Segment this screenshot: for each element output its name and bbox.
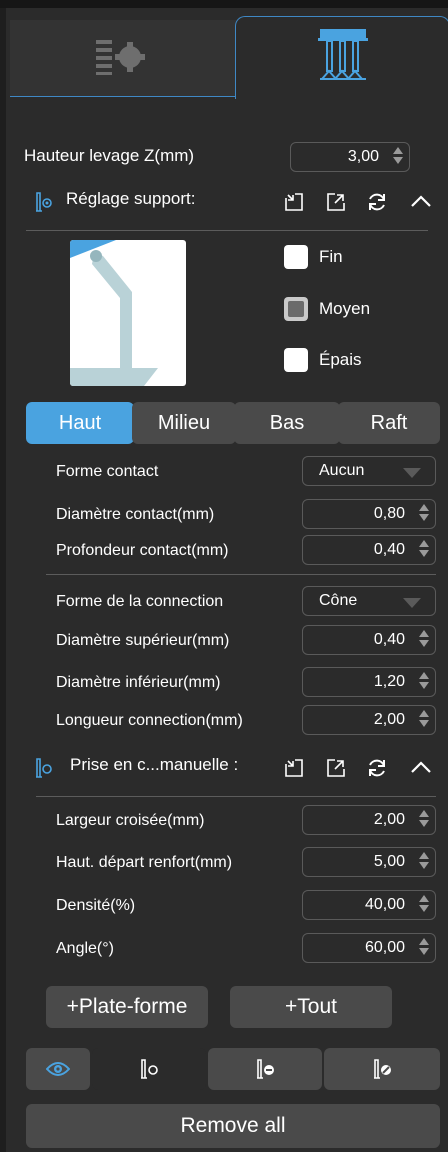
reinforce-height-value: 5,00	[373, 853, 405, 870]
top-diameter-stepper[interactable]	[419, 630, 429, 650]
option-moyen-checkbox[interactable]	[284, 297, 308, 321]
option-epais-label: Épais	[319, 350, 362, 369]
density-input[interactable]: 40,00	[302, 890, 436, 920]
import-icon[interactable]	[283, 757, 305, 779]
support-edit-icon	[372, 1058, 394, 1080]
settings-list-icon	[96, 38, 148, 76]
bottom-diameter-label: Diamètre inférieur(mm)	[56, 674, 221, 691]
bottom-diameter-value: 1,20	[373, 673, 405, 690]
density-stepper[interactable]	[419, 895, 429, 915]
reinforce-height-label: Haut. départ renfort(mm)	[56, 854, 233, 871]
support-settings-icon	[34, 191, 54, 213]
reset-icon[interactable]	[366, 191, 388, 213]
tab-milieu[interactable]: Milieu	[132, 402, 236, 444]
contact-shape-select[interactable]: Aucun	[302, 456, 436, 486]
remove-all-button[interactable]: Remove all	[26, 1104, 440, 1148]
cross-width-label: Largeur croisée(mm)	[56, 812, 205, 829]
contact-shape-label: Forme contact	[56, 463, 159, 480]
option-moyen-label: Moyen	[319, 299, 371, 318]
contact-diameter-input[interactable]: 0,80	[302, 499, 436, 529]
support-preview-image	[70, 240, 186, 386]
import-icon[interactable]	[283, 191, 305, 213]
reinforce-height-stepper[interactable]	[419, 852, 429, 872]
add-all-button[interactable]: +Tout	[230, 986, 392, 1028]
support-settings-title: Réglage support:	[66, 189, 196, 208]
reset-icon[interactable]	[366, 757, 388, 779]
tab-settings[interactable]	[10, 20, 236, 97]
visibility-toggle-button[interactable]	[26, 1048, 90, 1090]
top-diameter-label: Diamètre supérieur(mm)	[56, 632, 230, 649]
contact-diameter-value: 0,80	[373, 505, 405, 522]
add-platform-button[interactable]: +Plate-forme	[46, 986, 208, 1028]
collapse-icon[interactable]	[410, 759, 432, 775]
cross-width-value: 2,00	[373, 811, 405, 828]
connection-length-stepper[interactable]	[419, 710, 429, 730]
support-remove-icon	[255, 1058, 277, 1080]
bottom-diameter-stepper[interactable]	[419, 672, 429, 692]
connection-shape-label: Forme de la connection	[56, 593, 224, 610]
contact-depth-label: Profondeur contact(mm)	[56, 542, 229, 559]
lift-height-stepper[interactable]	[393, 147, 403, 167]
connection-shape-select[interactable]: Cône	[302, 586, 436, 616]
option-fin-checkbox[interactable]	[284, 245, 308, 269]
export-icon[interactable]	[325, 191, 347, 213]
support-add-icon	[139, 1058, 161, 1080]
collapse-icon[interactable]	[410, 193, 432, 209]
density-label: Densité(%)	[56, 897, 136, 914]
support-add-tool[interactable]	[92, 1048, 206, 1090]
bottom-diameter-input[interactable]: 1,20	[302, 667, 436, 697]
option-fin-label: Fin	[319, 247, 343, 266]
cross-width-stepper[interactable]	[419, 810, 429, 830]
contact-depth-stepper[interactable]	[419, 540, 429, 560]
lift-height-input[interactable]: 3,00	[290, 142, 410, 172]
reinforce-height-input[interactable]: 5,00	[302, 847, 436, 877]
manual-grip-title: Prise en c...manuelle :	[70, 755, 239, 774]
connection-length-input[interactable]: 2,00	[302, 705, 436, 735]
angle-input[interactable]: 60,00	[302, 933, 436, 963]
angle-stepper[interactable]	[419, 938, 429, 958]
lift-height-value: 3,00	[347, 148, 379, 165]
contact-depth-value: 0,40	[373, 541, 405, 558]
contact-shape-value: Aucun	[319, 462, 365, 479]
top-diameter-input[interactable]: 0,40	[302, 625, 436, 655]
connection-shape-value: Cône	[319, 592, 358, 609]
support-panel	[6, 8, 448, 1152]
section-divider	[26, 230, 428, 231]
connection-length-label: Longueur connection(mm)	[56, 712, 243, 729]
chevron-down-icon	[403, 598, 421, 608]
support-columns-icon	[318, 29, 368, 81]
support-edit-tool[interactable]	[324, 1048, 440, 1090]
tab-bas[interactable]: Bas	[234, 402, 340, 444]
cross-width-input[interactable]: 2,00	[302, 805, 436, 835]
option-epais-checkbox[interactable]	[284, 348, 308, 372]
density-value: 40,00	[364, 896, 405, 913]
section-divider	[36, 796, 436, 797]
connection-length-value: 2,00	[373, 711, 405, 728]
window-top-strip	[0, 0, 448, 8]
angle-label: Angle(°)	[56, 940, 114, 957]
chevron-down-icon	[403, 468, 421, 478]
lift-height-label: Hauteur levage Z(mm)	[24, 146, 195, 165]
angle-value: 60,00	[364, 939, 405, 956]
contact-diameter-stepper[interactable]	[419, 504, 429, 524]
manual-support-icon	[34, 757, 54, 779]
tab-raft[interactable]: Raft	[338, 402, 440, 444]
contact-depth-input[interactable]: 0,40	[302, 535, 436, 565]
tab-haut[interactable]: Haut	[26, 402, 134, 444]
support-remove-tool[interactable]	[208, 1048, 322, 1090]
section-divider	[46, 574, 436, 575]
top-diameter-value: 0,40	[373, 631, 405, 648]
contact-diameter-label: Diamètre contact(mm)	[56, 506, 215, 523]
eye-icon	[46, 1061, 70, 1077]
tab-supports[interactable]	[235, 16, 448, 99]
export-icon[interactable]	[325, 757, 347, 779]
